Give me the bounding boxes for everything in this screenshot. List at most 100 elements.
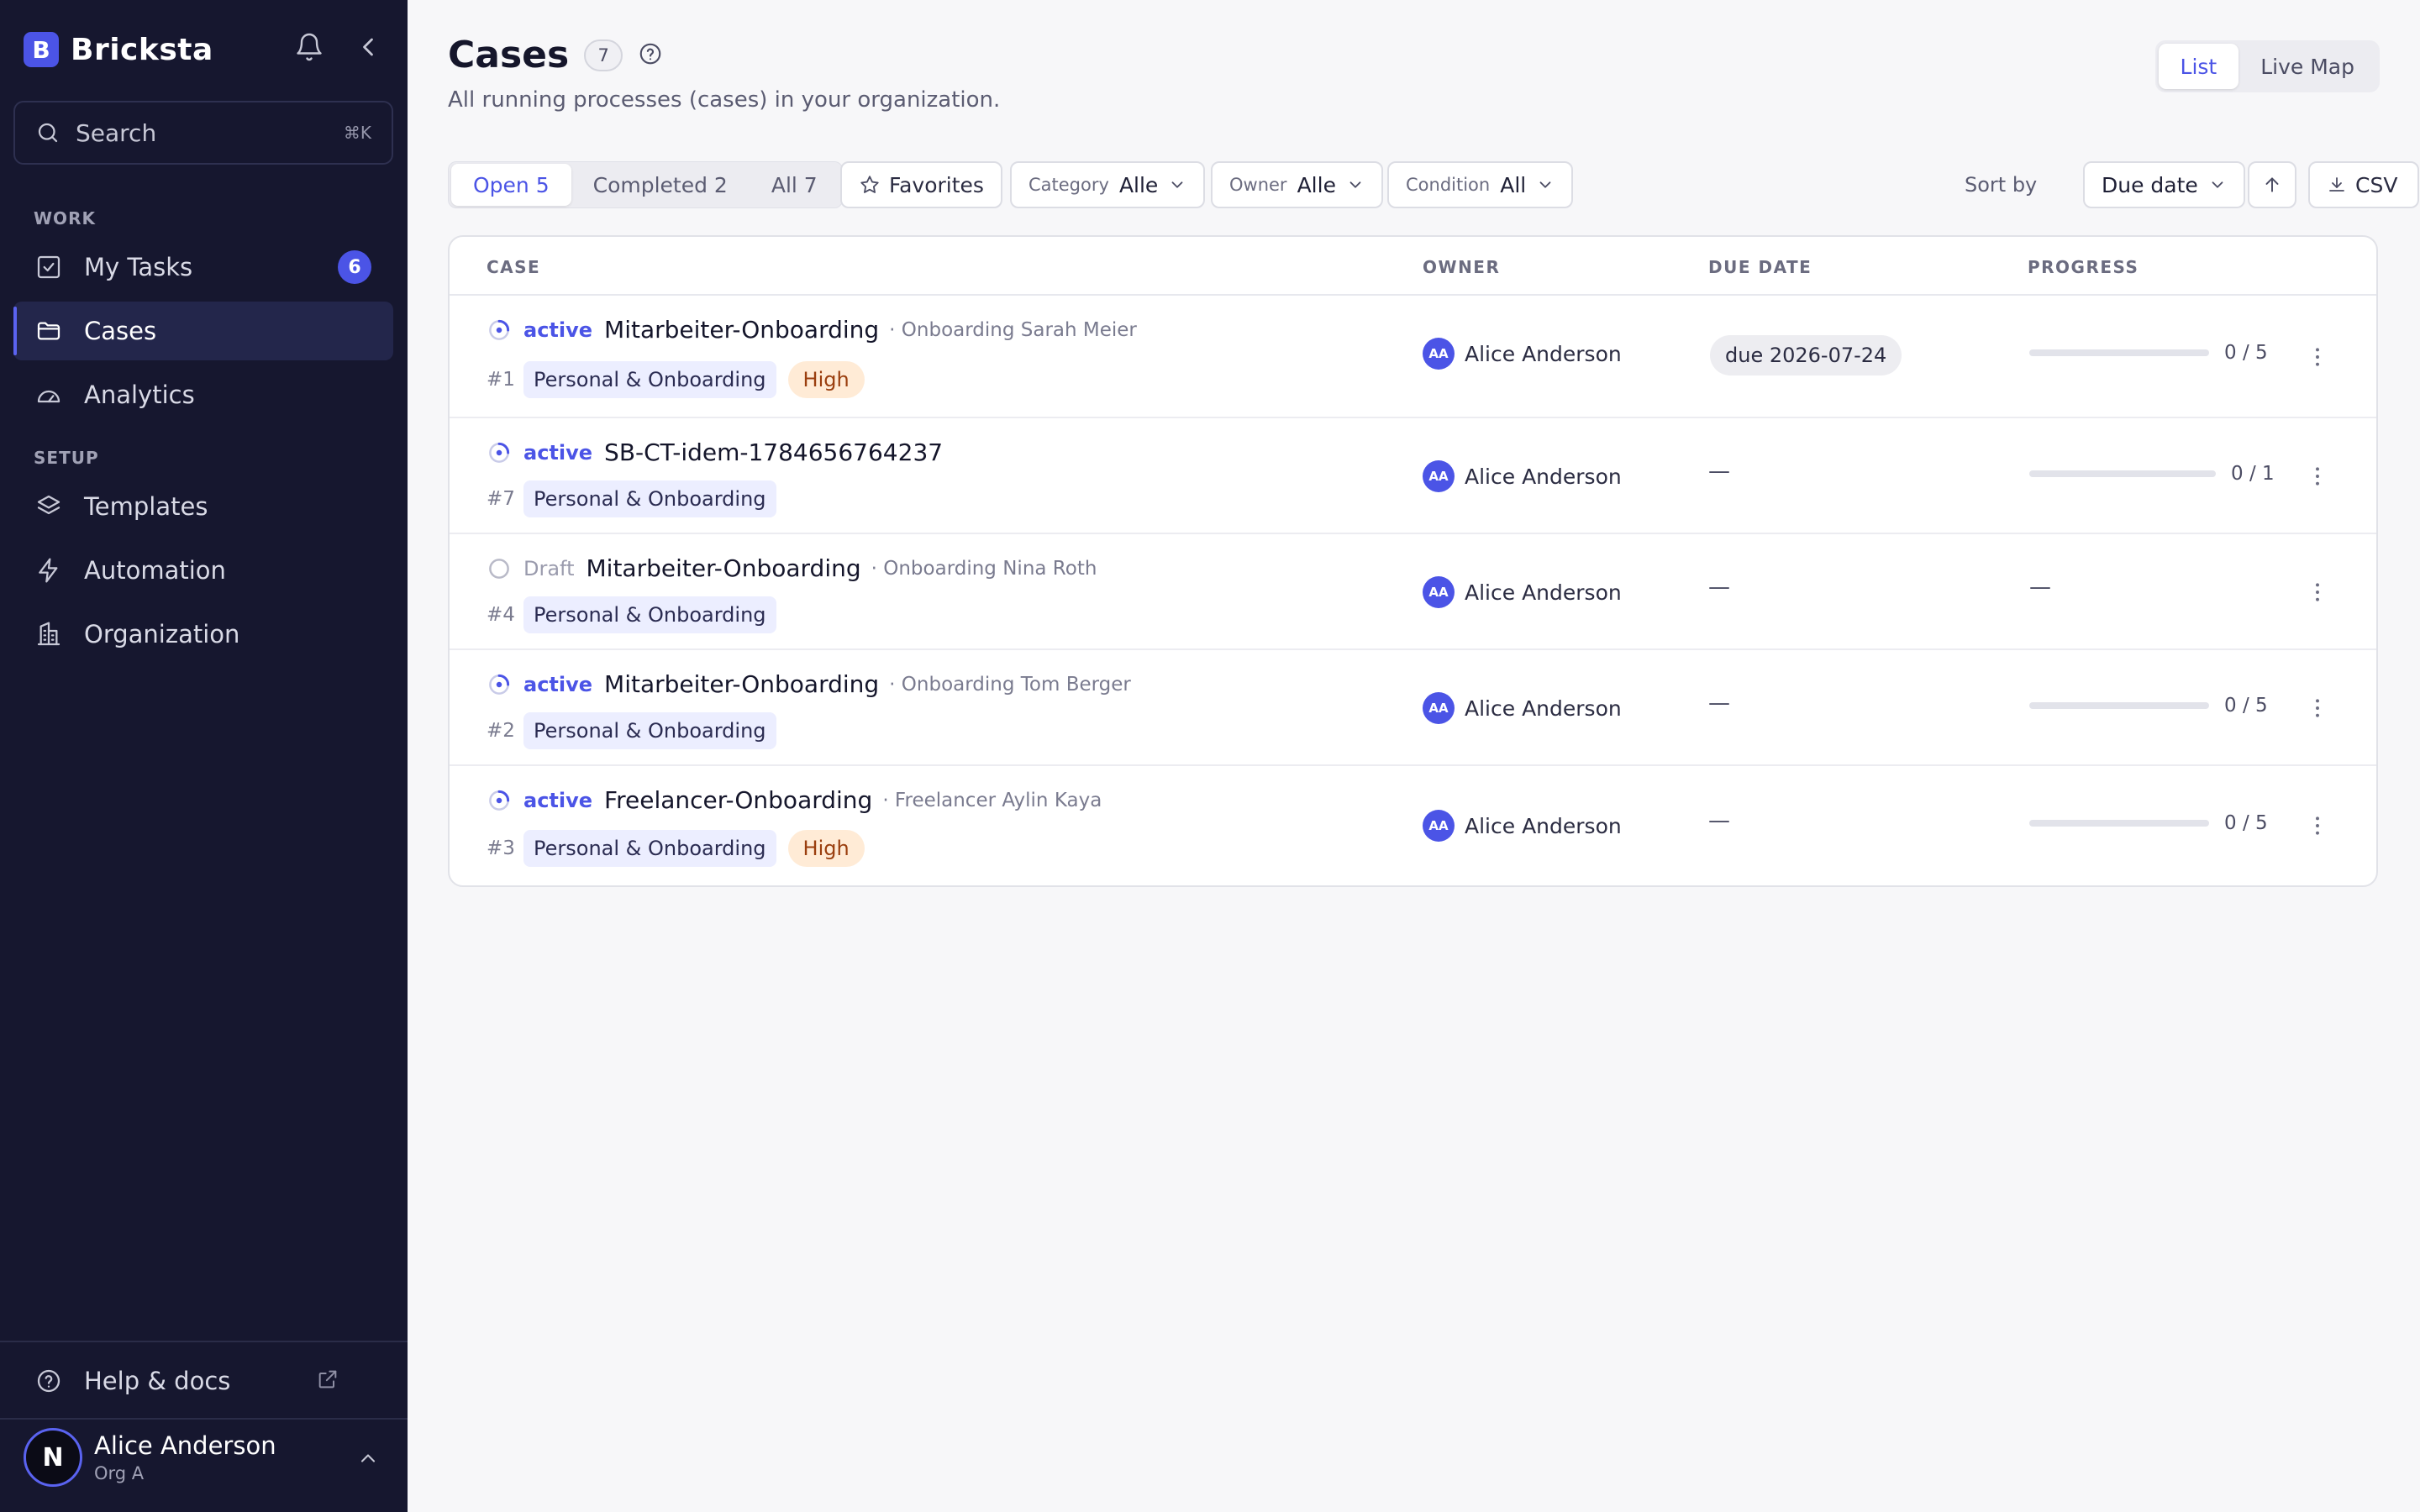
category-filter-label: Category xyxy=(1028,175,1109,195)
column-progress: PROGRESS xyxy=(2028,257,2139,277)
status-active-icon xyxy=(489,442,510,463)
condition-filter[interactable]: Condition All xyxy=(1387,161,1574,208)
bolt-icon xyxy=(34,555,64,585)
view-list-button[interactable]: List xyxy=(2158,44,2239,89)
category-filter-value: Alle xyxy=(1118,172,1159,197)
page-subtitle: All running processes (cases) in your or… xyxy=(448,87,1001,113)
table-row[interactable]: Draft Mitarbeiter-Onboarding · Onboardin… xyxy=(450,534,2376,650)
status-active-icon xyxy=(489,674,510,695)
section-label-setup: SETUP xyxy=(34,448,99,468)
page-title: Cases xyxy=(448,34,570,76)
sidebar-item-cases[interactable]: Cases xyxy=(13,302,393,360)
table-row[interactable]: active Freelancer-Onboarding · Freelance… xyxy=(450,766,2376,885)
view-live-map-button[interactable]: Live Map xyxy=(2238,44,2376,89)
layers-icon xyxy=(34,491,64,522)
condition-filter-value: All xyxy=(1500,172,1527,197)
case-name-link[interactable]: Freelancer-Onboarding xyxy=(604,786,872,814)
avatar: N xyxy=(24,1428,82,1487)
main-content: Cases 7 All running processes (cases) in… xyxy=(408,0,2420,1512)
case-number: #3 xyxy=(487,837,515,859)
status-active-icon xyxy=(489,319,510,340)
owner-name: Alice Anderson xyxy=(1465,341,1622,366)
sort-value: Due date xyxy=(2102,172,2198,197)
building-icon xyxy=(34,619,64,649)
sidebar-item-templates[interactable]: Templates xyxy=(13,477,393,536)
owner-filter[interactable]: Owner Alle xyxy=(1211,161,1383,208)
table-row[interactable]: active Mitarbeiter-Onboarding · Onboardi… xyxy=(450,296,2376,418)
help-docs-label: Help & docs xyxy=(84,1367,231,1395)
sort-label: Sort by xyxy=(1965,173,2038,197)
row-menu-icon[interactable] xyxy=(2305,464,2330,489)
favorites-button[interactable]: Favorites xyxy=(840,161,1002,208)
external-link-icon xyxy=(316,1368,339,1394)
case-name-link[interactable]: Mitarbeiter-Onboarding xyxy=(604,316,879,344)
table-row[interactable]: active SB-CT-idem-1784656764237 #7 Perso… xyxy=(450,418,2376,534)
sidebar-item-automation[interactable]: Automation xyxy=(13,541,393,600)
csv-export-button[interactable]: CSV xyxy=(2308,161,2419,208)
sidebar-item-my-tasks[interactable]: My Tasks 6 xyxy=(13,238,393,297)
owner-avatar: AA xyxy=(1423,460,1455,492)
sort-select[interactable]: Due date xyxy=(2083,161,2245,208)
sidebar-divider xyxy=(0,1418,408,1420)
progress-text: 0 / 1 xyxy=(2231,463,2275,485)
chevron-down-icon xyxy=(2212,181,2223,188)
case-count-badge: 7 xyxy=(584,39,623,71)
search-input[interactable]: Search ⌘K xyxy=(13,101,393,165)
progress-bar xyxy=(2029,702,2209,709)
owner-avatar: AA xyxy=(1423,692,1455,724)
table-header: CASE OWNER DUE DATE PROGRESS xyxy=(450,237,2376,296)
case-meta: · Onboarding Tom Berger xyxy=(889,673,1131,696)
category-tag: Personal & Onboarding xyxy=(523,596,776,633)
category-tag: Personal & Onboarding xyxy=(523,712,776,749)
section-label-work: WORK xyxy=(34,208,96,228)
case-number: #4 xyxy=(487,604,515,626)
collapse-sidebar-icon[interactable] xyxy=(353,32,383,62)
status-label: active xyxy=(523,440,593,465)
due-date-empty: — xyxy=(1708,808,1730,833)
tab-all[interactable]: All 7 xyxy=(750,164,839,206)
category-filter[interactable]: Category Alle xyxy=(1010,161,1206,208)
row-menu-icon[interactable] xyxy=(2305,344,2330,370)
case-name-link[interactable]: SB-CT-idem-1784656764237 xyxy=(604,438,943,466)
tab-completed[interactable]: Completed 2 xyxy=(571,164,750,206)
owner-name: Alice Anderson xyxy=(1465,813,1622,838)
due-date-badge: due 2026-07-24 xyxy=(1710,335,1902,375)
table-row[interactable]: active Mitarbeiter-Onboarding · Onboardi… xyxy=(450,650,2376,766)
sidebar-divider xyxy=(0,1341,408,1342)
user-menu[interactable]: N Alice Anderson Org A xyxy=(24,1428,385,1487)
folder-icon xyxy=(34,316,64,346)
category-tag: Personal & Onboarding xyxy=(523,480,776,517)
case-name-link[interactable]: Mitarbeiter-Onboarding xyxy=(604,670,879,698)
status-label: active xyxy=(523,672,593,696)
brand-name: Bricksta xyxy=(71,32,213,67)
status-label: active xyxy=(523,318,593,342)
help-circle-icon[interactable] xyxy=(638,41,663,70)
progress-text: 0 / 5 xyxy=(2224,812,2268,834)
case-meta: · Onboarding Nina Roth xyxy=(871,557,1097,580)
search-placeholder: Search xyxy=(76,118,157,147)
row-menu-icon[interactable] xyxy=(2305,813,2330,838)
sort-direction-button[interactable] xyxy=(2248,161,2296,208)
case-name-link[interactable]: Mitarbeiter-Onboarding xyxy=(587,554,861,582)
status-label: active xyxy=(523,788,593,812)
column-case: CASE xyxy=(487,257,541,277)
case-number: #2 xyxy=(487,720,515,742)
search-icon xyxy=(38,123,58,143)
category-tag: Personal & Onboarding xyxy=(523,361,776,398)
star-icon xyxy=(860,176,879,193)
case-meta: · Onboarding Sarah Meier xyxy=(889,318,1137,341)
sidebar-item-analytics[interactable]: Analytics xyxy=(13,365,393,424)
progress-bar xyxy=(2029,820,2209,827)
brand-logo: B xyxy=(24,32,59,67)
brand[interactable]: B Bricksta xyxy=(24,32,213,67)
owner-name: Alice Anderson xyxy=(1465,580,1622,605)
sidebar-item-label: Cases xyxy=(84,317,157,345)
row-menu-icon[interactable] xyxy=(2305,696,2330,721)
sidebar-item-organization[interactable]: Organization xyxy=(13,605,393,664)
progress-empty: — xyxy=(2029,575,2051,600)
check-square-icon xyxy=(34,252,64,282)
tab-open[interactable]: Open 5 xyxy=(451,164,571,206)
status-draft-icon xyxy=(489,558,509,579)
bell-icon[interactable] xyxy=(294,32,324,62)
row-menu-icon[interactable] xyxy=(2305,580,2330,605)
